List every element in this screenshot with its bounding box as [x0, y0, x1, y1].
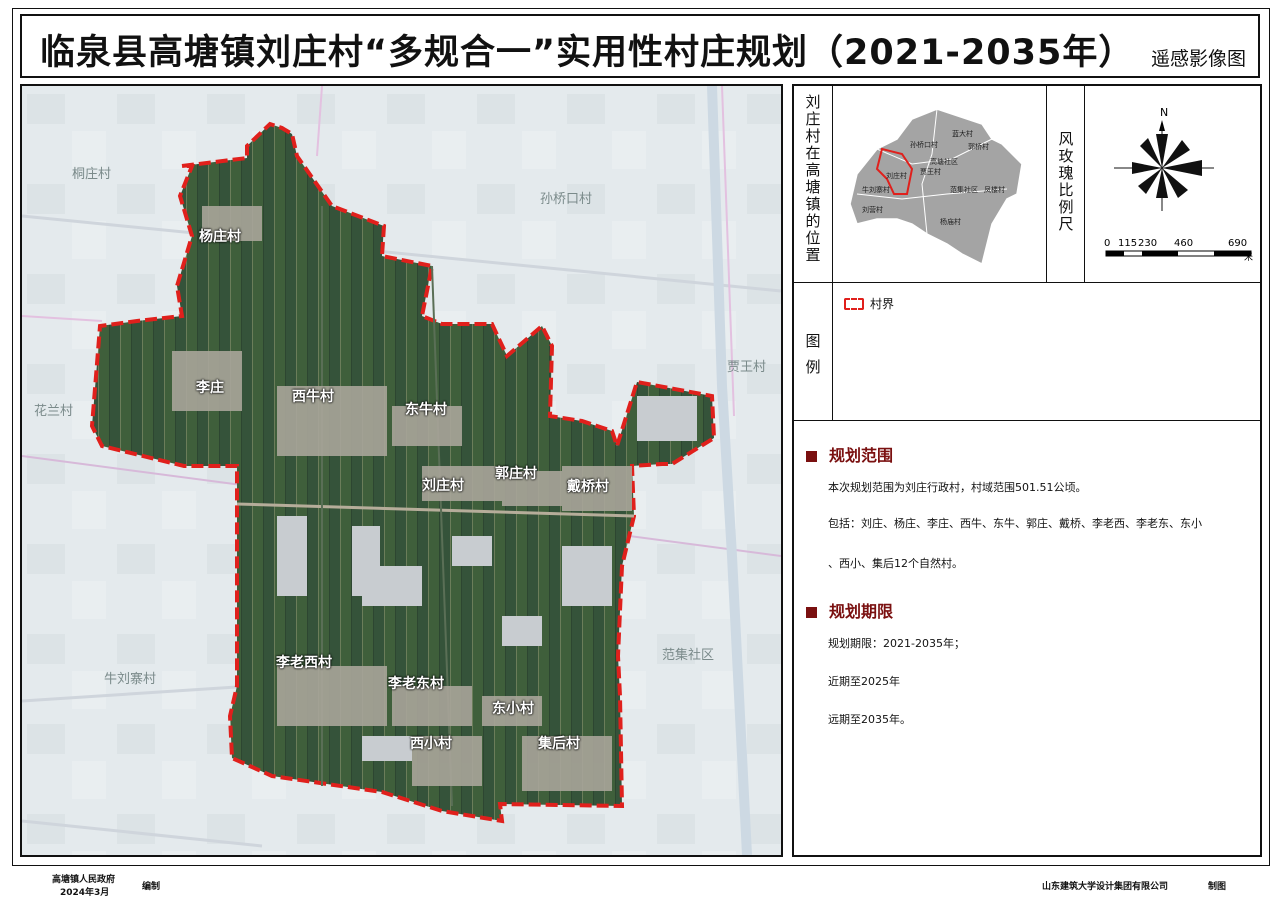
scale-tick-1: 115 [1118, 238, 1137, 249]
scale-unit: 米 [1244, 251, 1253, 263]
period-line-3: 远期至2035年。 [828, 713, 911, 726]
scale-tick-2: 230 [1138, 238, 1157, 249]
mini-label-1: 孙桥口村 [910, 140, 938, 149]
title-box: 临泉县高塘镇刘庄村“多规合一”实用性村庄规划（2021-2035年） 遥感影像图 [20, 14, 1260, 78]
village-label-jihou: 集后村 [538, 736, 580, 752]
scope-line-3: 、西小、集后12个自然村。 [828, 557, 963, 570]
side-panel: 刘庄村在高塘镇的位置 蓝大村 孙桥口村 郭桥村 高塘社区 贾王村 刘庄村 牛刘寨… [792, 84, 1262, 857]
legend-boundary-symbol [844, 298, 864, 310]
footer-drawn: 制图 [1208, 882, 1227, 892]
footer-compiled: 编制 [142, 882, 161, 892]
mini-label-5: 刘庄村 [886, 171, 907, 180]
neighbor-label-sunqiaokou: 孙桥口村 [540, 192, 593, 207]
page-title: 临泉县高塘镇刘庄村“多规合一”实用性村庄规划（2021-2035年） [40, 33, 1135, 73]
mini-label-9: 杨庙村 [940, 217, 961, 226]
village-label-xiniu: 西牛村 [292, 389, 334, 405]
scope-heading-text: 规划范围 [829, 446, 894, 465]
neighbor-label-jiawang: 贾王村 [727, 360, 767, 375]
scope-heading: 规划范围 [806, 442, 893, 466]
period-line-2: 近期至2025年 [828, 675, 900, 688]
location-minimap: 蓝大村 孙桥口村 郭桥村 高塘社区 贾王村 刘庄村 牛刘寨村 刘营村 范集社区 … [849, 108, 1023, 266]
mini-label-6: 牛刘寨村 [862, 185, 890, 194]
legend-label: 图例 [805, 332, 821, 376]
period-heading-text: 规划期限 [829, 602, 894, 621]
wind-rose-icon: N 0 115 230 460 690 米 [1104, 106, 1253, 263]
neighbor-label-niuliuzhai: 牛刘寨村 [104, 672, 157, 687]
scale-tick-0: 0 [1104, 238, 1110, 249]
mini-label-8: 范集社区 [950, 185, 978, 194]
period-line-1: 规划期限：2021-2035年； [828, 637, 965, 650]
village-label-lilaoxi: 李老西村 [276, 655, 332, 671]
footer-org: 高塘镇人民政府 [52, 875, 116, 885]
scale-tick-3: 460 [1174, 238, 1193, 249]
village-label-liuzhuang: 刘庄村 [422, 478, 464, 494]
mini-label-10: 凤楼村 [984, 185, 1005, 194]
mini-label-7: 刘营村 [862, 205, 883, 214]
mini-label-2: 郭桥村 [968, 142, 989, 151]
scope-line-2: 包括：刘庄、杨庄、李庄、西牛、东牛、郭庄、戴桥、李老西、李老东、东小 [828, 517, 1202, 530]
mini-label-3: 高塘社区 [930, 157, 958, 166]
footer-designer: 山东建筑大学设计集团有限公司 [1042, 882, 1169, 892]
compass-label: 风玫瑰比例尺 [1058, 130, 1074, 233]
location-label: 刘庄村在高塘镇的位置 [805, 93, 821, 264]
neighbor-label-hualan: 花兰村 [34, 404, 74, 419]
village-label-daiqiao: 戴桥村 [567, 479, 609, 495]
village-label-yangzhuang: 杨庄村 [199, 229, 241, 245]
village-label-lizhuang: 李庄 [196, 380, 224, 396]
scope-line-1: 本次规划范围为刘庄行政村，村域范围501.51公顷。 [828, 481, 1087, 494]
village-label-xixiao: 西小村 [410, 736, 452, 752]
neighbor-label-fanji: 范集社区 [662, 648, 715, 663]
village-label-dongniu: 东牛村 [405, 402, 447, 418]
village-label-guozhuang: 郭庄村 [495, 466, 537, 482]
satellite-map: 杨庄村 李庄 西牛村 东牛村 刘庄村 郭庄村 戴桥村 李老西村 李老东村 东小村… [20, 84, 783, 857]
satellite-image [22, 86, 781, 855]
village-label-dongxiao: 东小村 [492, 701, 534, 717]
scale-bar [1105, 250, 1252, 257]
neighbor-label-tongzhuang: 桐庄村 [72, 167, 112, 182]
period-heading: 规划期限 [806, 598, 893, 622]
north-label: N [1160, 106, 1168, 119]
footer-date: 2024年3月 [60, 888, 110, 898]
village-label-lilaodong: 李老东村 [388, 676, 444, 692]
mini-label-0: 蓝大村 [952, 129, 973, 138]
legend-item-boundary: 村界 [870, 297, 895, 311]
scale-tick-4: 690 [1228, 238, 1247, 249]
mini-label-4: 贾王村 [920, 167, 941, 176]
map-type-label: 遥感影像图 [1150, 48, 1246, 70]
